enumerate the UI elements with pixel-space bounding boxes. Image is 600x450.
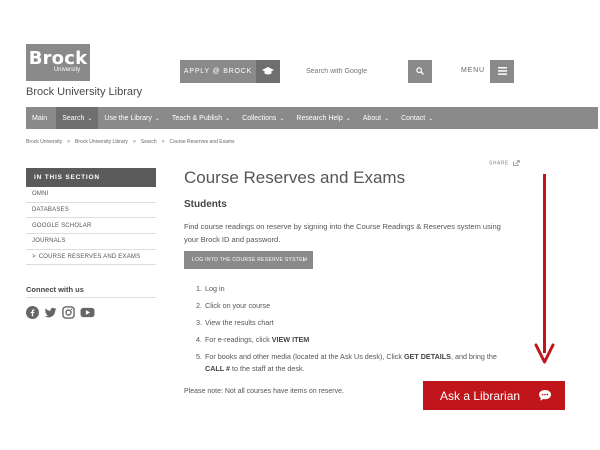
connect-heading: Connect with us xyxy=(26,285,84,294)
page-title: Course Reserves and Exams xyxy=(184,168,406,187)
nav-item-teach-publish[interactable]: Teach & Publish ⌄ xyxy=(166,107,236,129)
sidebar-item-databases[interactable]: DATABASES xyxy=(26,203,156,219)
breadcrumb-link[interactable]: Brock University xyxy=(26,139,62,145)
brock-logo[interactable]: Brock University xyxy=(26,44,90,81)
sidebar-item-google-scholar[interactable]: GOOGLE SCHOLAR xyxy=(26,218,156,235)
hamburger-menu-icon xyxy=(497,66,507,78)
nav-item-about[interactable]: About ⌄ xyxy=(357,107,395,129)
ask-a-librarian-button[interactable]: Ask a Librarian xyxy=(423,381,565,410)
sidebar-item-omni[interactable]: OMNI xyxy=(26,187,156,203)
reserve-note: Please note: Not all courses have items … xyxy=(184,388,344,395)
steps-list: 1. Log in 2. Click on your course 3. View t… xyxy=(196,283,516,380)
nav-item-research-help[interactable]: Research Help ⌄ xyxy=(290,107,356,129)
apply-label: APPLY @ BROCK xyxy=(183,68,253,75)
graduation-cap-icon xyxy=(256,60,280,83)
chevron-down-icon: ⌄ xyxy=(279,115,285,122)
list-item: 2. Click on your course xyxy=(196,301,271,310)
nav-item-contact[interactable]: Contact ⌄ xyxy=(395,107,439,129)
youtube-icon[interactable] xyxy=(80,306,95,319)
nav-item-use-the-library[interactable]: Use the Library ⌄ xyxy=(98,107,166,129)
chevron-down-icon: ⌄ xyxy=(428,115,434,122)
breadcrumb-link[interactable]: Search xyxy=(141,139,157,145)
share-label: SHARE xyxy=(489,160,509,167)
breadcrumb-link[interactable]: Brock University Library xyxy=(75,139,128,145)
divider xyxy=(26,297,156,298)
chevron-down-icon: ⌄ xyxy=(384,115,390,122)
instagram-icon[interactable] xyxy=(62,306,75,319)
sidebar-item-journals[interactable]: JOURNALS xyxy=(26,234,156,250)
search-button[interactable] xyxy=(408,60,432,83)
nav-item-collections[interactable]: Collections ⌄ xyxy=(236,107,290,129)
twitter-icon[interactable] xyxy=(44,306,57,319)
sidebar-section-title: IN THIS SECTION xyxy=(26,168,156,187)
chevron-right-icon: > xyxy=(32,254,36,261)
main-nav: Main Search ⌄ Use the Library ⌄ Teach & Pu… xyxy=(26,107,598,129)
share-button[interactable]: SHARE xyxy=(489,160,520,166)
arrow-head xyxy=(534,343,555,364)
menu-label[interactable]: MENU xyxy=(461,67,485,74)
chevron-down-icon: ⌄ xyxy=(154,115,160,122)
chevron-right-icon: › xyxy=(302,256,305,264)
breadcrumb: Brock University > Brock University Librar… xyxy=(26,139,235,145)
section-heading: Students xyxy=(184,199,227,210)
social-links xyxy=(26,306,95,319)
share-icon xyxy=(512,160,520,166)
chevron-down-icon: ⌄ xyxy=(225,115,231,122)
arrow-down-icon xyxy=(543,174,546,353)
ask-label: Ask a Librarian xyxy=(440,388,521,403)
breadcrumb-current: Course Reserves and Exams xyxy=(169,139,235,145)
site-title[interactable]: Brock University Library xyxy=(26,86,142,98)
nav-item-search[interactable]: Search ⌄ xyxy=(56,107,99,129)
chevron-down-icon: ⌄ xyxy=(345,115,351,122)
apply-button[interactable]: APPLY @ BROCK xyxy=(180,60,280,83)
facebook-icon[interactable] xyxy=(26,306,39,319)
login-course-reserve-button[interactable]: LOG INTO THE COURSE RESERVE SYSTEM › xyxy=(184,251,313,269)
list-item: 1. Log in xyxy=(196,284,225,293)
list-item: 4. For e-readings, click VIEW ITEM xyxy=(196,335,310,344)
search-icon xyxy=(416,66,424,77)
search-input[interactable] xyxy=(296,60,408,83)
chat-bubble-icon xyxy=(539,390,551,401)
chevron-down-icon: ⌄ xyxy=(87,115,93,122)
nav-item-main[interactable]: Main xyxy=(26,107,56,129)
intro-text: Find course readings on reserve by signi… xyxy=(184,222,501,244)
menu-button[interactable] xyxy=(490,60,514,83)
list-item: 5. For books and other media (located at … xyxy=(196,352,497,373)
login-button-label: LOG INTO THE COURSE RESERVE SYSTEM xyxy=(192,257,308,263)
sidebar-list: OMNI DATABASES GOOGLE SCHOLAR JOURNALS >… xyxy=(26,187,156,266)
sidebar-item-course-reserves[interactable]: > COURSE RESERVES AND EXAMS xyxy=(26,250,156,266)
list-item: 3. View the results chart xyxy=(196,318,274,327)
